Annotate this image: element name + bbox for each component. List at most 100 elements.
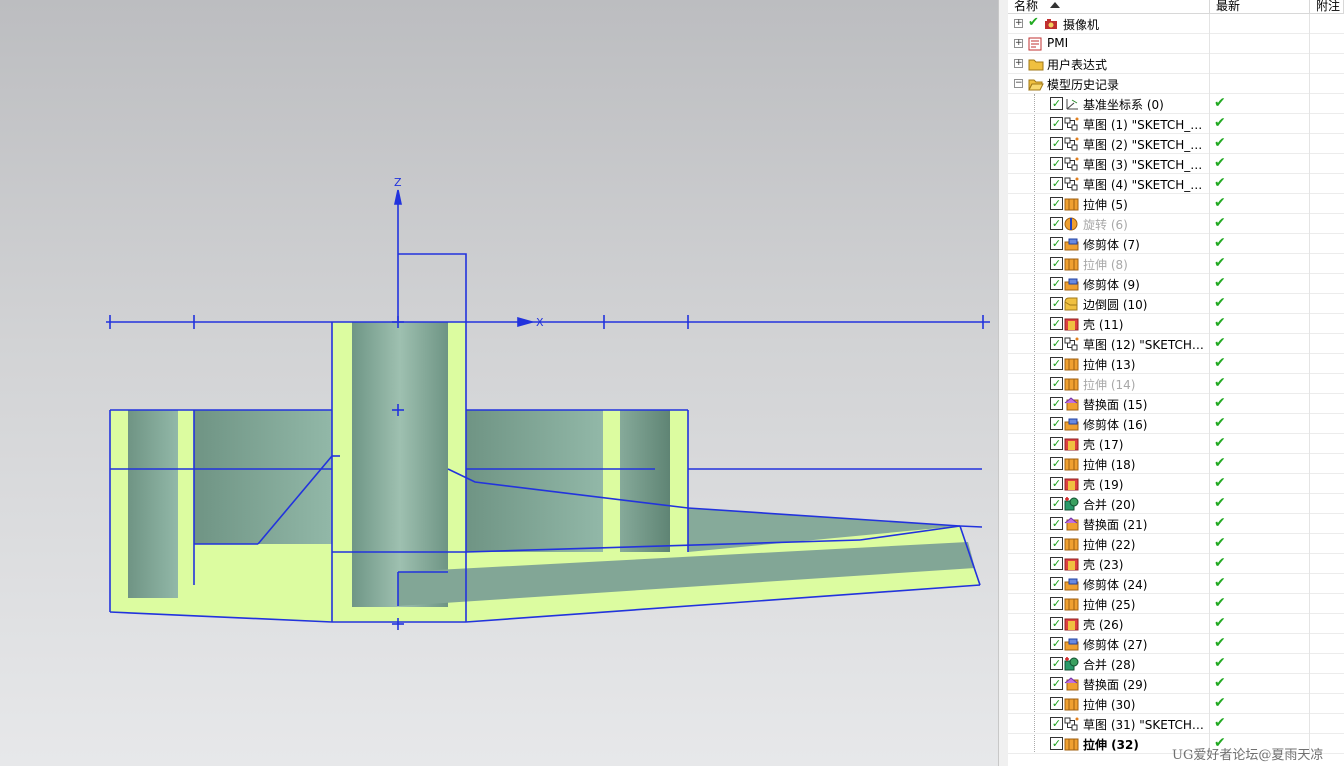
feature-checkbox[interactable]: ✓ xyxy=(1050,717,1063,730)
feature-row[interactable]: ✓ 草图 (12) "SKETCH_... ✔ xyxy=(1008,334,1344,354)
tree-node-camera[interactable]: + ✔ 摄像机 xyxy=(1008,14,1344,34)
trim-body-icon xyxy=(1064,637,1079,651)
feature-checkbox[interactable]: ✓ xyxy=(1050,597,1063,610)
feature-checkbox[interactable]: ✓ xyxy=(1050,237,1063,250)
up-to-date-check-icon: ✔ xyxy=(1214,495,1226,511)
expand-icon[interactable]: + xyxy=(1014,59,1023,68)
visible-check-icon[interactable]: ✔ xyxy=(1028,15,1039,30)
feature-row[interactable]: ✓ 修剪体 (9) ✔ xyxy=(1008,274,1344,294)
tree-node-folder-open[interactable]: − 模型历史记录 xyxy=(1008,74,1344,94)
tree-node-label: PMI xyxy=(1047,36,1069,50)
feature-checkbox[interactable]: ✓ xyxy=(1050,97,1063,110)
feature-row[interactable]: ✓ 拉伸 (30) ✔ xyxy=(1008,694,1344,714)
feature-row[interactable]: ✓ 修剪体 (7) ✔ xyxy=(1008,234,1344,254)
feature-checkbox[interactable]: ✓ xyxy=(1050,137,1063,150)
up-to-date-check-icon: ✔ xyxy=(1214,695,1226,711)
feature-row[interactable]: ✓ 合并 (28) ✔ xyxy=(1008,654,1344,674)
feature-row[interactable]: ✓ 修剪体 (27) ✔ xyxy=(1008,634,1344,654)
column-header-latest[interactable]: 最新 xyxy=(1210,0,1310,14)
feature-row[interactable]: ✓ 基准坐标系 (0) ✔ xyxy=(1008,94,1344,114)
column-header-name[interactable]: 名称 xyxy=(1008,0,1210,14)
edge-blend-icon xyxy=(1064,297,1078,311)
feature-row[interactable]: ✓ 修剪体 (24) ✔ xyxy=(1008,574,1344,594)
feature-row[interactable]: ✓ 壳 (23) ✔ xyxy=(1008,554,1344,574)
feature-row[interactable]: ✓ 替换面 (15) ✔ xyxy=(1008,394,1344,414)
feature-checkbox[interactable]: ✓ xyxy=(1050,737,1063,750)
feature-row[interactable]: ✓ 边倒圆 (10) ✔ xyxy=(1008,294,1344,314)
tree-node-label: 用户表达式 xyxy=(1047,58,1108,72)
feature-checkbox[interactable]: ✓ xyxy=(1050,277,1063,290)
trim-body-icon xyxy=(1064,277,1079,291)
up-to-date-check-icon: ✔ xyxy=(1214,475,1226,491)
column-header-note[interactable]: 附注 xyxy=(1310,0,1344,14)
feature-row[interactable]: ✓ 拉伸 (5) ✔ xyxy=(1008,194,1344,214)
feature-checkbox[interactable]: ✓ xyxy=(1050,317,1063,330)
graphics-viewport[interactable]: Z X xyxy=(0,0,998,766)
feature-checkbox[interactable]: ✓ xyxy=(1050,617,1063,630)
feature-row[interactable]: ✓ 替换面 (21) ✔ xyxy=(1008,514,1344,534)
collapse-icon[interactable]: − xyxy=(1014,79,1023,88)
feature-checkbox[interactable]: ✓ xyxy=(1050,577,1063,590)
feature-checkbox[interactable]: ✓ xyxy=(1050,437,1063,450)
feature-checkbox[interactable]: ✓ xyxy=(1050,477,1063,490)
tree-node-pmi[interactable]: + PMI xyxy=(1008,34,1344,54)
feature-checkbox[interactable]: ✓ xyxy=(1050,457,1063,470)
feature-label: 拉伸 (25) xyxy=(1083,598,1136,612)
feature-checkbox[interactable]: ✓ xyxy=(1050,157,1063,170)
feature-row[interactable]: ✓ 拉伸 (25) ✔ xyxy=(1008,594,1344,614)
feature-checkbox[interactable]: ✓ xyxy=(1050,637,1063,650)
feature-row[interactable]: ✓ 拉伸 (18) ✔ xyxy=(1008,454,1344,474)
sketch-icon xyxy=(1064,177,1079,191)
feature-checkbox[interactable]: ✓ xyxy=(1050,417,1063,430)
feature-checkbox[interactable]: ✓ xyxy=(1050,377,1063,390)
feature-row[interactable]: ✓ 壳 (19) ✔ xyxy=(1008,474,1344,494)
feature-row[interactable]: ✓ 拉伸 (14) ✔ xyxy=(1008,374,1344,394)
feature-checkbox[interactable]: ✓ xyxy=(1050,257,1063,270)
sketch-icon xyxy=(1064,157,1079,171)
feature-row[interactable]: ✓ 草图 (1) "SKETCH_0... ✔ xyxy=(1008,114,1344,134)
feature-row[interactable]: ✓ 壳 (11) ✔ xyxy=(1008,314,1344,334)
feature-checkbox[interactable]: ✓ xyxy=(1050,297,1063,310)
feature-row[interactable]: ✓ 草图 (31) "SKETCH_... ✔ xyxy=(1008,714,1344,734)
feature-row[interactable]: ✓ 草图 (2) "SKETCH_0... ✔ xyxy=(1008,134,1344,154)
feature-row[interactable]: ✓ 壳 (17) ✔ xyxy=(1008,434,1344,454)
feature-label: 旋转 (6) xyxy=(1083,218,1128,232)
feature-row[interactable]: ✓ 替换面 (29) ✔ xyxy=(1008,674,1344,694)
feature-row[interactable]: ✓ 旋转 (6) ✔ xyxy=(1008,214,1344,234)
feature-checkbox[interactable]: ✓ xyxy=(1050,537,1063,550)
up-to-date-check-icon: ✔ xyxy=(1214,295,1226,311)
feature-row[interactable]: ✓ 拉伸 (8) ✔ xyxy=(1008,254,1344,274)
feature-checkbox[interactable]: ✓ xyxy=(1050,557,1063,570)
feature-row[interactable]: ✓ 合并 (20) ✔ xyxy=(1008,494,1344,514)
feature-checkbox[interactable]: ✓ xyxy=(1050,697,1063,710)
expand-icon[interactable]: + xyxy=(1014,39,1023,48)
up-to-date-check-icon: ✔ xyxy=(1214,195,1226,211)
model-section-view[interactable]: Z X xyxy=(0,0,998,766)
feature-row[interactable]: ✓ 拉伸 (13) ✔ xyxy=(1008,354,1344,374)
feature-checkbox[interactable]: ✓ xyxy=(1050,677,1063,690)
feature-row[interactable]: ✓ 修剪体 (16) ✔ xyxy=(1008,414,1344,434)
feature-checkbox[interactable]: ✓ xyxy=(1050,177,1063,190)
feature-checkbox[interactable]: ✓ xyxy=(1050,117,1063,130)
folder-open-icon xyxy=(1028,77,1044,91)
feature-row[interactable]: ✓ 壳 (26) ✔ xyxy=(1008,614,1344,634)
feature-row[interactable]: ✓ 拉伸 (22) ✔ xyxy=(1008,534,1344,554)
feature-checkbox[interactable]: ✓ xyxy=(1050,517,1063,530)
feature-checkbox[interactable]: ✓ xyxy=(1050,397,1063,410)
feature-checkbox[interactable]: ✓ xyxy=(1050,337,1063,350)
watermark: UG爱好者论坛@夏雨天凉 xyxy=(1172,748,1324,763)
feature-label: 壳 (17) xyxy=(1083,438,1124,452)
feature-row[interactable]: ✓ 草图 (4) "SKETCH_0... ✔ xyxy=(1008,174,1344,194)
up-to-date-check-icon: ✔ xyxy=(1214,315,1226,331)
expand-icon[interactable]: + xyxy=(1014,19,1023,28)
feature-checkbox[interactable]: ✓ xyxy=(1050,217,1063,230)
feature-label: 修剪体 (27) xyxy=(1083,638,1148,652)
feature-checkbox[interactable]: ✓ xyxy=(1050,357,1063,370)
feature-checkbox[interactable]: ✓ xyxy=(1050,197,1063,210)
feature-row[interactable]: ✓ 草图 (3) "SKETCH_0... ✔ xyxy=(1008,154,1344,174)
tree-node-folder[interactable]: + 用户表达式 xyxy=(1008,54,1344,74)
feature-checkbox[interactable]: ✓ xyxy=(1050,497,1063,510)
camera-icon xyxy=(1044,17,1058,31)
extrude-icon xyxy=(1064,537,1079,551)
feature-checkbox[interactable]: ✓ xyxy=(1050,657,1063,670)
